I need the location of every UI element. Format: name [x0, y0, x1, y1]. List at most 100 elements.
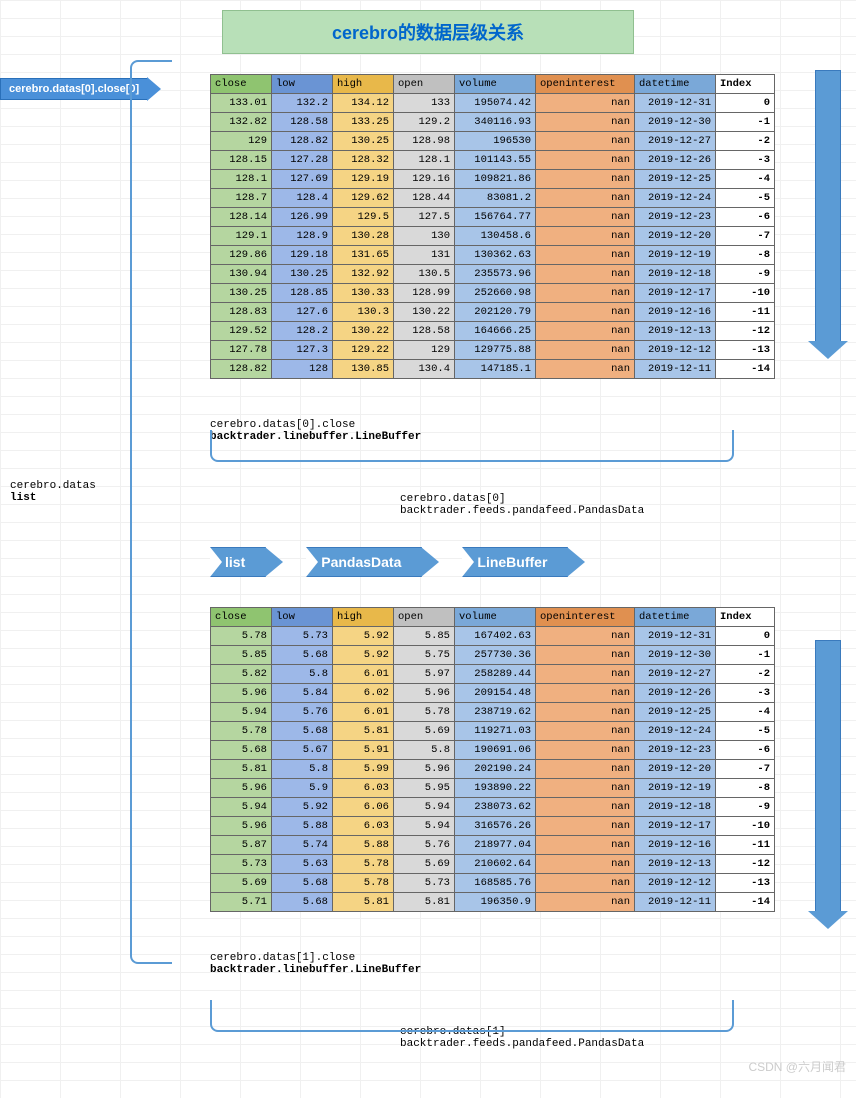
cell-dt: 2019-12-12	[635, 874, 716, 893]
cell-idx: -8	[716, 779, 775, 798]
cell-oi: nan	[536, 741, 635, 760]
cell-volume: 218977.04	[455, 836, 536, 855]
cell-idx: -14	[716, 360, 775, 379]
cell-close: 128.15	[211, 151, 272, 170]
cell-close: 5.71	[211, 893, 272, 912]
cell-dt: 2019-12-25	[635, 170, 716, 189]
cell-close: 5.96	[211, 817, 272, 836]
cell-high: 5.78	[333, 855, 394, 874]
cell-oi: nan	[536, 322, 635, 341]
cell-low: 128.2	[272, 322, 333, 341]
cell-dt: 2019-12-31	[635, 94, 716, 113]
cell-volume: 235573.96	[455, 265, 536, 284]
cell-close: 5.81	[211, 760, 272, 779]
cell-dt: 2019-12-31	[635, 627, 716, 646]
cell-oi: nan	[536, 665, 635, 684]
page-title: cerebro的数据层级关系	[222, 10, 634, 54]
cell-low: 129.18	[272, 246, 333, 265]
table-row: 5.815.85.995.96202190.24nan2019-12-20-7	[211, 760, 775, 779]
cell-high: 5.81	[333, 722, 394, 741]
cell-volume: 168585.76	[455, 874, 536, 893]
cell-dt: 2019-12-17	[635, 284, 716, 303]
cell-high: 6.02	[333, 684, 394, 703]
header-high: high	[333, 608, 394, 627]
header-high: high	[333, 75, 394, 94]
cell-idx: -6	[716, 741, 775, 760]
cell-idx: -4	[716, 170, 775, 189]
cell-high: 5.91	[333, 741, 394, 760]
cell-idx: -12	[716, 322, 775, 341]
cell-volume: 130362.63	[455, 246, 536, 265]
table-row: 128.7128.4129.62128.4483081.2nan2019-12-…	[211, 189, 775, 208]
cell-idx: -6	[716, 208, 775, 227]
cell-open: 5.78	[394, 703, 455, 722]
cell-idx: -2	[716, 665, 775, 684]
cell-high: 130.22	[333, 322, 394, 341]
cell-open: 133	[394, 94, 455, 113]
cell-volume: 238073.62	[455, 798, 536, 817]
cell-open: 5.69	[394, 722, 455, 741]
cell-volume: 129775.88	[455, 341, 536, 360]
cell-open: 129	[394, 341, 455, 360]
cell-high: 129.22	[333, 341, 394, 360]
data-table-0: close low high open volume openinterest …	[210, 74, 775, 379]
down-arrow-icon	[815, 640, 841, 912]
cell-volume: 193890.22	[455, 779, 536, 798]
cell-low: 5.8	[272, 760, 333, 779]
cell-oi: nan	[536, 284, 635, 303]
table-row: 127.78127.3129.22129129775.88nan2019-12-…	[211, 341, 775, 360]
cell-idx: -13	[716, 341, 775, 360]
cell-oi: nan	[536, 893, 635, 912]
table-row: 130.25128.85130.33128.99252660.98nan2019…	[211, 284, 775, 303]
table-row: 129.86129.18131.65131130362.63nan2019-12…	[211, 246, 775, 265]
cell-dt: 2019-12-24	[635, 722, 716, 741]
cell-idx: -8	[716, 246, 775, 265]
cell-close: 5.78	[211, 722, 272, 741]
cell-open: 5.96	[394, 760, 455, 779]
cell-close: 128.82	[211, 360, 272, 379]
cell-dt: 2019-12-20	[635, 760, 716, 779]
cell-oi: nan	[536, 227, 635, 246]
cell-volume: 147185.1	[455, 360, 536, 379]
header-open: open	[394, 608, 455, 627]
cell-low: 128.82	[272, 132, 333, 151]
cell-idx: -3	[716, 151, 775, 170]
table-row: 128.14126.99129.5127.5156764.77nan2019-1…	[211, 208, 775, 227]
cell-low: 5.88	[272, 817, 333, 836]
cell-open: 5.73	[394, 874, 455, 893]
cell-high: 130.85	[333, 360, 394, 379]
cell-open: 128.58	[394, 322, 455, 341]
table-row: 128.1127.69129.19129.16109821.86nan2019-…	[211, 170, 775, 189]
cell-oi: nan	[536, 151, 635, 170]
cell-low: 5.68	[272, 646, 333, 665]
header-openinterest: openinterest	[536, 75, 635, 94]
cell-dt: 2019-12-24	[635, 189, 716, 208]
cell-open: 127.5	[394, 208, 455, 227]
cell-low: 127.3	[272, 341, 333, 360]
cell-low: 5.76	[272, 703, 333, 722]
cell-close: 128.7	[211, 189, 272, 208]
cell-oi: nan	[536, 170, 635, 189]
cell-idx: -1	[716, 646, 775, 665]
cell-idx: -5	[716, 189, 775, 208]
cell-low: 128.58	[272, 113, 333, 132]
cell-close: 129.86	[211, 246, 272, 265]
cell-dt: 2019-12-19	[635, 246, 716, 265]
cell-high: 6.03	[333, 779, 394, 798]
cell-high: 5.78	[333, 874, 394, 893]
cell-open: 5.94	[394, 798, 455, 817]
cell-close: 5.85	[211, 646, 272, 665]
cell-high: 5.99	[333, 760, 394, 779]
cell-dt: 2019-12-30	[635, 646, 716, 665]
cell-dt: 2019-12-16	[635, 303, 716, 322]
table-row: 128.15127.28128.32128.1101143.55nan2019-…	[211, 151, 775, 170]
cell-high: 132.92	[333, 265, 394, 284]
cell-dt: 2019-12-26	[635, 684, 716, 703]
cell-oi: nan	[536, 360, 635, 379]
table-row: 5.875.745.885.76218977.04nan2019-12-16-1…	[211, 836, 775, 855]
cell-open: 5.8	[394, 741, 455, 760]
cell-volume: 252660.98	[455, 284, 536, 303]
cell-low: 5.8	[272, 665, 333, 684]
cell-open: 130.4	[394, 360, 455, 379]
table-row: 5.715.685.815.81196350.9nan2019-12-11-14	[211, 893, 775, 912]
